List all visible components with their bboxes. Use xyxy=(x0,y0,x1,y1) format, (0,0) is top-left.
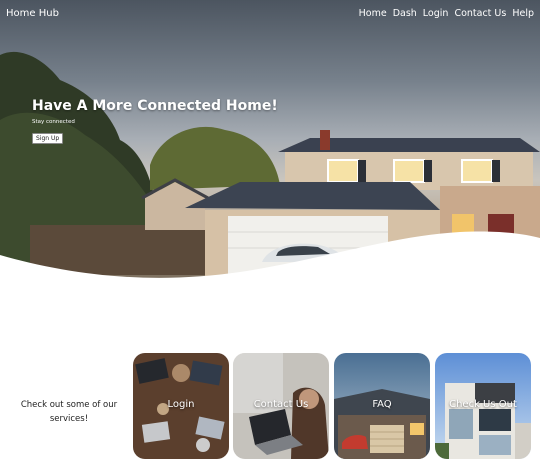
hero-title: Have A More Connected Home! xyxy=(32,98,278,114)
service-card-login[interactable]: Login xyxy=(133,353,229,459)
sign-up-button[interactable]: Sign Up xyxy=(32,133,64,144)
hero-subtitle: Stay connected xyxy=(32,119,75,125)
nav-link-login[interactable]: Login xyxy=(423,8,449,19)
hero-copy: Have A More Connected Home! Stay connect… xyxy=(32,98,278,144)
service-card-label: Check Us Out xyxy=(449,399,517,410)
nav-link-dash[interactable]: Dash xyxy=(393,8,417,19)
nav-links: Home Dash Login Contact Us Help xyxy=(359,8,534,19)
service-card-label: Login xyxy=(167,399,195,410)
service-card-faq[interactable]: FAQ xyxy=(334,353,430,459)
service-card-check-us-out[interactable]: Check Us Out xyxy=(435,353,531,459)
top-nav: Home Hub Home Dash Login Contact Us Help xyxy=(0,0,540,26)
nav-link-contact-us[interactable]: Contact Us xyxy=(454,8,506,19)
service-card-contact-us[interactable]: Contact Us xyxy=(233,353,329,459)
nav-link-home[interactable]: Home xyxy=(359,8,387,19)
services-intro: Check out some of our services! xyxy=(20,400,118,424)
hero-house-photo xyxy=(0,51,540,290)
hero-banner: Home Hub Home Dash Login Contact Us Help… xyxy=(0,0,540,290)
nav-link-help[interactable]: Help xyxy=(512,8,534,19)
service-card-label: FAQ xyxy=(372,399,392,410)
brand-logo[interactable]: Home Hub xyxy=(6,8,59,19)
service-card-label: Contact Us xyxy=(253,399,309,410)
